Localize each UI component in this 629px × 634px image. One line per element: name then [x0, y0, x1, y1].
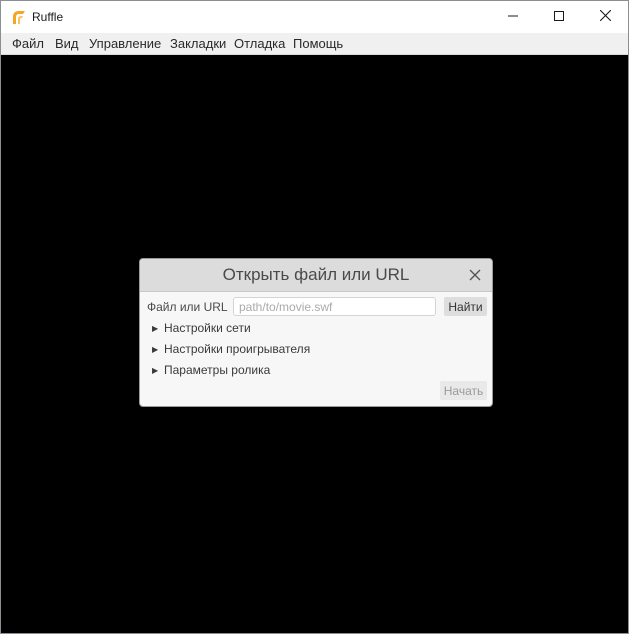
dialog-title: Открыть файл или URL	[222, 265, 410, 284]
menu-bar: Файл Вид Управление Закладки Отладка Пом…	[1, 33, 628, 55]
maximize-button[interactable]	[536, 1, 582, 33]
title-bar[interactable]: Ruffle	[1, 1, 628, 33]
section-label: Параметры ролика	[164, 363, 271, 377]
menu-debug[interactable]: Отладка	[234, 36, 285, 51]
minimize-icon	[508, 8, 518, 26]
expand-arrow-icon: ▶	[152, 324, 159, 333]
file-or-url-label: Файл или URL	[147, 300, 228, 314]
window-title: Ruffle	[32, 10, 64, 24]
menu-controls[interactable]: Управление	[89, 36, 161, 51]
ruffle-logo-icon	[11, 9, 27, 25]
section-label: Настройки проигрывателя	[164, 342, 311, 356]
maximize-icon	[554, 8, 564, 26]
close-icon	[599, 8, 611, 26]
menu-view[interactable]: Вид	[55, 36, 79, 51]
menu-bookmarks[interactable]: Закладки	[170, 36, 226, 51]
dialog-header[interactable]: Открыть файл или URL	[140, 259, 492, 292]
find-button[interactable]: Найти	[444, 297, 487, 316]
expand-arrow-icon: ▶	[152, 345, 159, 354]
expand-arrow-icon: ▶	[152, 366, 159, 375]
section-network-settings[interactable]: ▶ Настройки сети	[152, 321, 251, 335]
open-file-dialog: Открыть файл или URL Файл или URL Найти …	[139, 258, 493, 407]
menu-file[interactable]: Файл	[12, 36, 44, 51]
close-icon	[469, 269, 481, 281]
close-window-button[interactable]	[582, 1, 628, 33]
start-button[interactable]: Начать	[440, 381, 487, 400]
section-movie-parameters[interactable]: ▶ Параметры ролика	[152, 363, 270, 377]
app-window: Ruffle Файл Вид Управление Закладки Отла…	[0, 0, 629, 634]
section-player-settings[interactable]: ▶ Настройки проигрывателя	[152, 342, 310, 356]
url-input[interactable]	[233, 297, 436, 316]
close-dialog-button[interactable]	[468, 268, 482, 282]
section-label: Настройки сети	[164, 321, 251, 335]
menu-help[interactable]: Помощь	[293, 36, 343, 51]
minimize-button[interactable]	[490, 1, 536, 33]
